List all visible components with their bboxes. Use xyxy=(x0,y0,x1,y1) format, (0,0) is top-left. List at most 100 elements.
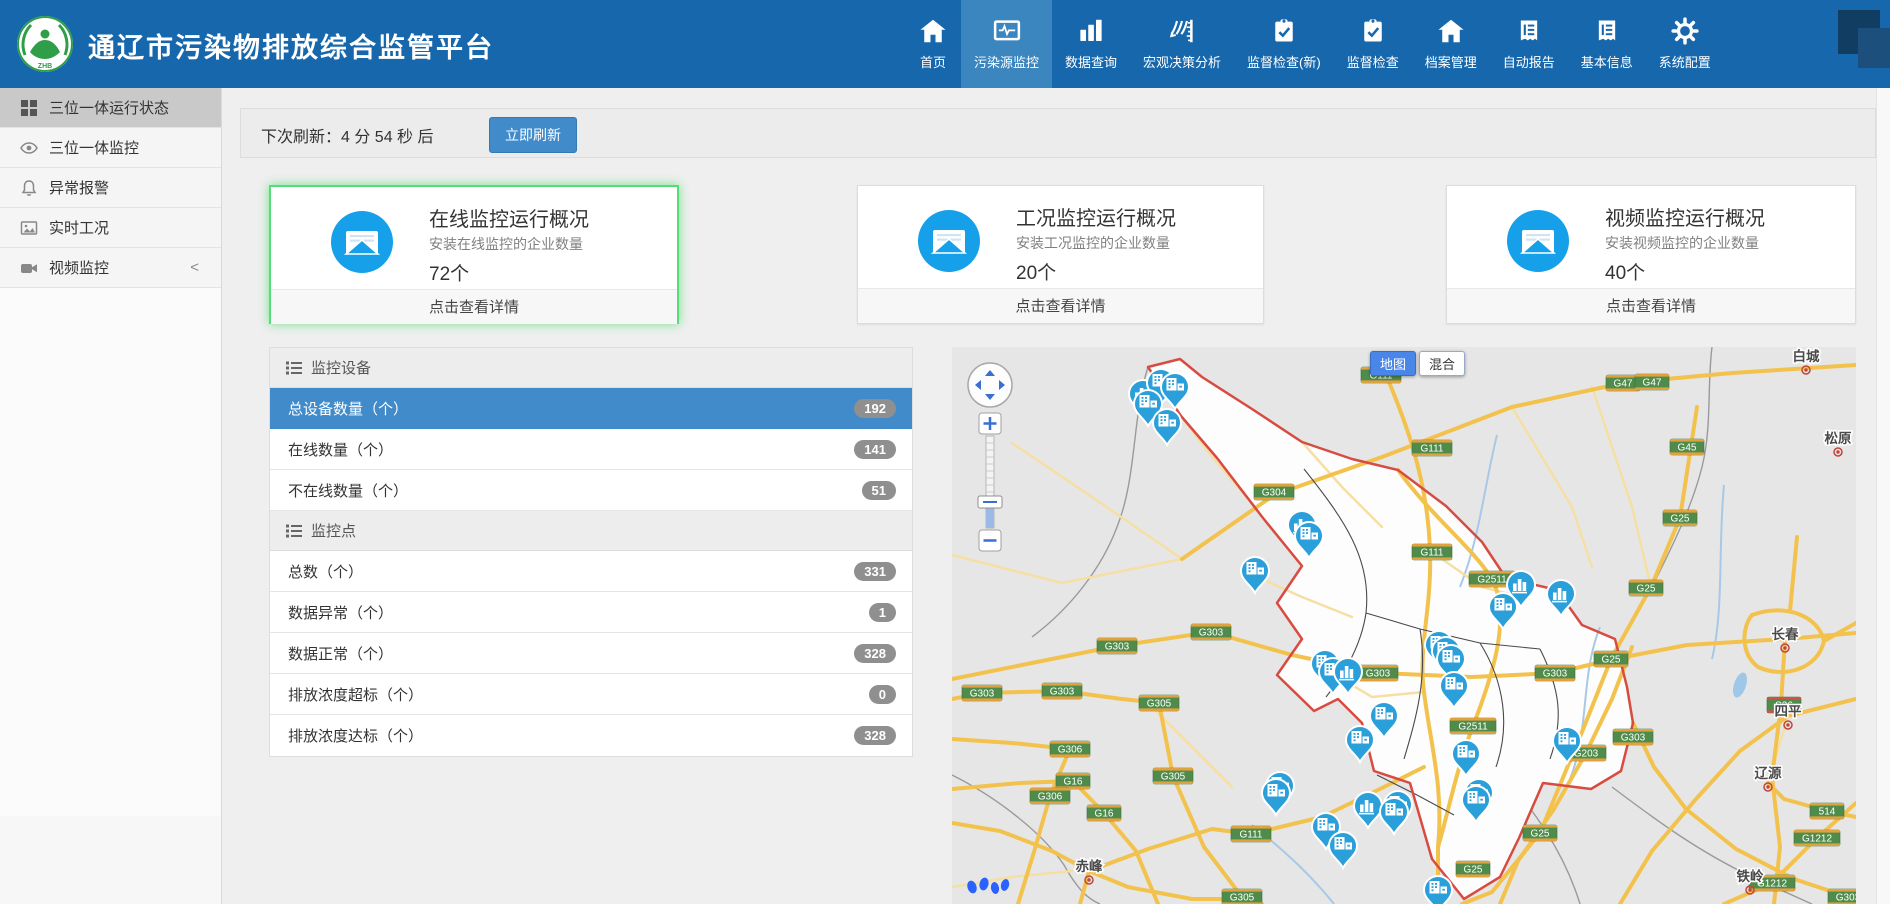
svg-text:G25: G25 xyxy=(1637,584,1656,595)
map-container[interactable]: G111G47G47G45G111G304G25G111G2511G25G303… xyxy=(952,347,1856,904)
mail-circle-icon xyxy=(918,210,980,277)
svg-text:长春: 长春 xyxy=(1772,626,1800,642)
info-doc-icon xyxy=(1593,13,1621,49)
map-type-button-hybrid[interactable]: 混合 xyxy=(1419,351,1465,376)
nav-item-supervision-new[interactable]: 监督检查(新) xyxy=(1234,0,1334,88)
app-header: ZHB 通辽市污染物排放综合监管平台 首页 污染源监控 数据查询 宏观 xyxy=(0,0,1890,88)
section-header-points: 监控点 xyxy=(270,511,912,551)
card-detail-link[interactable]: 点击查看详情 xyxy=(271,289,677,324)
clipboard-check-icon xyxy=(1270,13,1298,49)
eye-icon xyxy=(20,139,38,157)
analysis-icon xyxy=(1167,13,1197,49)
map-canvas[interactable]: G111G47G47G45G111G304G25G111G2511G25G303… xyxy=(952,347,1856,904)
road-badge: G2511 xyxy=(1450,718,1496,734)
stat-row-data-normal[interactable]: 数据正常（个） 328 xyxy=(270,633,912,674)
svg-text:G303: G303 xyxy=(1543,669,1568,680)
refresh-now-button[interactable]: 立即刷新 xyxy=(489,117,577,153)
svg-text:G111: G111 xyxy=(1240,830,1263,841)
svg-text:G47: G47 xyxy=(1614,379,1633,390)
value-badge: 192 xyxy=(854,399,896,418)
stat-row-within-limit[interactable]: 排放浓度达标（个） 328 xyxy=(270,715,912,756)
road-badge: G25 xyxy=(1629,580,1663,596)
nav-item-basic-info[interactable]: 基本信息 xyxy=(1568,0,1646,88)
stat-row-total-points[interactable]: 总数（个） 331 xyxy=(270,551,912,592)
page-scrollbar-track[interactable] xyxy=(1876,88,1890,904)
road-badge: G25 xyxy=(1594,651,1628,667)
road-badge: G306 xyxy=(1030,788,1070,804)
sidebar-item-label: 视频监控 xyxy=(49,257,109,278)
road-badge: G305 xyxy=(1139,695,1179,711)
stat-row-data-abnormal[interactable]: 数据异常（个） 1 xyxy=(270,592,912,633)
nav-item-auto-report[interactable]: 自动报告 xyxy=(1490,0,1568,88)
stat-row-online-devices[interactable]: 在线数量（个） 141 xyxy=(270,429,912,470)
list-icon xyxy=(286,524,302,538)
sidebar-item-label: 三位一体运行状态 xyxy=(49,97,169,118)
sidebar: 三位一体运行状态 三位一体监控 异常报警 实时工况 视频监控 < xyxy=(0,88,222,904)
clipboard-check-icon xyxy=(1359,13,1387,49)
sidebar-item-video-monitoring[interactable]: 视频监控 < xyxy=(0,248,221,288)
svg-text:G111: G111 xyxy=(1421,444,1444,455)
map-type-button-map[interactable]: 地图 xyxy=(1370,351,1416,376)
road-badge: G16 xyxy=(1056,773,1090,789)
road-badge: G305 xyxy=(1153,768,1193,784)
nav-item-system-config[interactable]: 系统配置 xyxy=(1646,0,1724,88)
nav-item-macro-analysis[interactable]: 宏观决策分析 xyxy=(1130,0,1234,88)
map-marker-enterprise[interactable] xyxy=(1424,876,1452,904)
card-title: 工况监控运行概况 xyxy=(1016,202,1176,231)
value-badge: 141 xyxy=(854,440,896,459)
svg-text:赤峰: 赤峰 xyxy=(1076,858,1104,874)
road-badge: G303 xyxy=(1042,683,1082,699)
bar-chart-icon xyxy=(1076,13,1106,49)
svg-text:G306: G306 xyxy=(1058,745,1083,756)
card-detail-link[interactable]: 点击查看详情 xyxy=(1447,288,1855,323)
svg-text:G45: G45 xyxy=(1678,443,1697,454)
svg-text:G303: G303 xyxy=(1105,642,1130,653)
road-badge: G303 xyxy=(1828,889,1856,904)
svg-text:G1212: G1212 xyxy=(1802,834,1832,845)
road-badge: G303 xyxy=(1191,624,1231,640)
road-badge: G111 xyxy=(1412,440,1452,456)
card-detail-link[interactable]: 点击查看详情 xyxy=(858,288,1263,323)
svg-text:G304: G304 xyxy=(1262,488,1287,499)
road-badge: G305 xyxy=(1222,889,1262,904)
map-type-switcher: 地图 混合 xyxy=(1370,351,1465,376)
sidebar-item-alarm[interactable]: 异常报警 xyxy=(0,168,221,208)
top-nav: 首页 污染源监控 数据查询 宏观决策分析 监督检查(新) xyxy=(905,0,1724,88)
pan-control[interactable] xyxy=(968,363,1012,407)
stat-row-offline-devices[interactable]: 不在线数量（个） 51 xyxy=(270,470,912,511)
nav-item-data-query[interactable]: 数据查询 xyxy=(1052,0,1130,88)
svg-text:ZHB: ZHB xyxy=(38,63,52,70)
gear-icon xyxy=(1670,13,1700,49)
baidu-logo xyxy=(964,875,1012,902)
road-badge: G1212 xyxy=(1794,830,1840,846)
card-condition-monitoring[interactable]: 工况监控运行概况 安装工况监控的企业数量 20个 点击查看详情 xyxy=(857,185,1264,324)
svg-text:G303: G303 xyxy=(1366,669,1391,680)
road-badge: G111 xyxy=(1231,826,1271,842)
svg-text:514: 514 xyxy=(1819,807,1836,818)
section-header-devices: 监控设备 xyxy=(270,348,912,388)
list-icon xyxy=(286,361,302,375)
stat-row-total-devices[interactable]: 总设备数量（个） 192 xyxy=(270,388,912,429)
stat-row-over-limit[interactable]: 排放浓度超标（个） 0 xyxy=(270,674,912,715)
sidebar-item-realtime-condition[interactable]: 实时工况 xyxy=(0,208,221,248)
road-badge: G25 xyxy=(1663,510,1697,526)
sidebar-empty-area xyxy=(0,288,221,816)
refresh-countdown: 下次刷新：4 分 54 秒 后 xyxy=(261,123,433,147)
sidebar-item-label: 异常报警 xyxy=(49,177,109,198)
card-online-monitoring[interactable]: 在线监控运行概况 安装在线监控的企业数量 72个 点击查看详情 xyxy=(269,185,679,324)
card-video-monitoring[interactable]: 视频监控运行概况 安装视频监控的企业数量 40个 点击查看详情 xyxy=(1446,185,1856,324)
sidebar-item-trinity-run-status[interactable]: 三位一体运行状态 xyxy=(0,88,221,128)
value-badge: 0 xyxy=(869,685,896,704)
nav-item-home[interactable]: 首页 xyxy=(905,0,961,88)
sidebar-item-trinity-monitoring[interactable]: 三位一体监控 xyxy=(0,128,221,168)
card-subtitle: 安装视频监控的企业数量 xyxy=(1605,233,1759,253)
nav-item-archive[interactable]: 档案管理 xyxy=(1412,0,1490,88)
chevron-left-icon[interactable]: < xyxy=(190,259,199,276)
nav-item-supervision[interactable]: 监督检查 xyxy=(1334,0,1412,88)
card-count: 72个 xyxy=(429,259,469,286)
value-badge: 51 xyxy=(862,481,896,500)
nav-item-pollution-monitoring[interactable]: 污染源监控 xyxy=(961,0,1052,88)
map-navigation-control[interactable] xyxy=(960,355,1022,570)
svg-text:G25: G25 xyxy=(1602,655,1621,666)
page-title: 通辽市污染物排放综合监管平台 xyxy=(88,26,494,65)
